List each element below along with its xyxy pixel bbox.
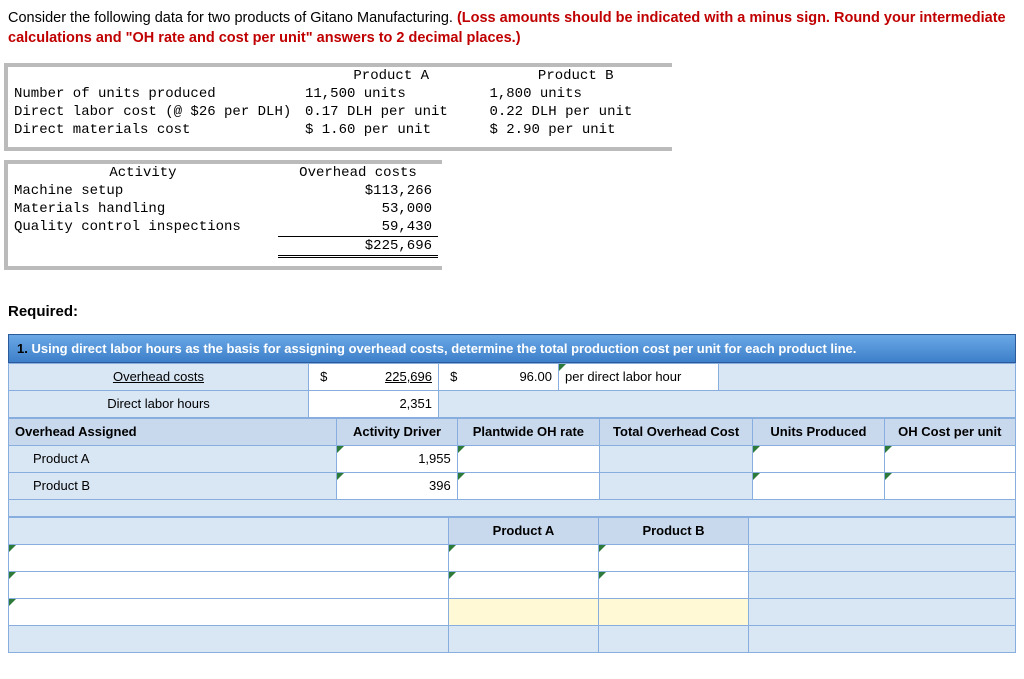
calc-r1-val-input[interactable]: 225,696 [339, 363, 439, 390]
assigned-rowA-units-input[interactable] [753, 445, 884, 472]
question-num: 1. [17, 341, 28, 356]
pt-r0c1: 11,500 units [299, 85, 484, 103]
ot-h1: Overhead costs [278, 164, 438, 182]
bottom-colA: Product A [449, 517, 599, 544]
pt-r0c2: 1,800 units [483, 85, 668, 103]
required-label: Required: [8, 303, 1016, 320]
bottom-r3-a-input[interactable] [449, 598, 599, 625]
bottom-r2-a-input[interactable] [449, 571, 599, 598]
calc-r1-rate-input[interactable]: 96.00 [469, 363, 559, 390]
bottom-grid: Product A Product B [8, 517, 1016, 653]
assigned-col-3: Units Produced [753, 418, 884, 445]
bottom-r2-label-input[interactable] [9, 571, 449, 598]
calc-r2-val-input[interactable]: 2,351 [339, 390, 439, 417]
question-text: Using direct labor hours as the basis fo… [31, 341, 856, 356]
pt-r2c2: $ 2.90 per unit [483, 121, 668, 139]
calc-grid: Overhead costs $ 225,696 $ 96.00 per dir… [8, 363, 1016, 418]
assigned-rowB-units-input[interactable] [753, 472, 884, 499]
products-table: Product A Product B Number of units prod… [8, 67, 668, 139]
calc-r1-label: Overhead costs [113, 369, 204, 384]
ot-r2c0: Quality control inspections [8, 218, 278, 237]
assigned-rowA-driver-input[interactable]: 1,955 [337, 445, 457, 472]
calc-r1-rate-label-input[interactable]: per direct labor hour [559, 363, 719, 390]
assigned-rowB-label: Product B [9, 472, 337, 499]
assigned-header: Overhead Assigned [9, 418, 337, 445]
instructions: Consider the following data for two prod… [8, 8, 1016, 49]
pt-r1c1: 0.17 DLH per unit [299, 103, 484, 121]
assigned-rowA-label: Product A [9, 445, 337, 472]
pt-r1c2: 0.22 DLH per unit [483, 103, 668, 121]
calc-r1-sym: $ [309, 363, 339, 390]
ot-h0: Activity [8, 164, 278, 182]
pt-r2c0: Direct materials cost [8, 121, 299, 139]
assigned-rowB-driver-input[interactable]: 396 [337, 472, 457, 499]
ot-r1c0: Materials handling [8, 200, 278, 218]
ot-r0c1: $113,266 [278, 182, 438, 200]
question-bar: 1. Using direct labor hours as the basis… [8, 334, 1016, 363]
instructions-lead: Consider the following data for two prod… [8, 10, 457, 26]
assigned-col-4: OH Cost per unit [884, 418, 1015, 445]
overhead-table: Activity Overhead costs Machine setup $1… [8, 164, 438, 258]
assigned-rowA-ohcost-input[interactable] [884, 445, 1015, 472]
bottom-r3-b-input[interactable] [599, 598, 749, 625]
bottom-r1-label-input[interactable] [9, 544, 449, 571]
assigned-grid: Overhead Assigned Activity Driver Plantw… [8, 418, 1016, 517]
pt-h0 [8, 67, 299, 85]
pt-h1: Product A [299, 67, 484, 85]
assigned-col-1: Plantwide OH rate [457, 418, 599, 445]
calc-r2-label: Direct labor hours [9, 390, 309, 417]
pt-r0c0: Number of units produced [8, 85, 299, 103]
ot-r1c1: 53,000 [278, 200, 438, 218]
ot-r0c0: Machine setup [8, 182, 278, 200]
bottom-r2-b-input[interactable] [599, 571, 749, 598]
pt-h2: Product B [483, 67, 668, 85]
assigned-rowB-rate-input[interactable] [457, 472, 599, 499]
bottom-r3-label-input[interactable] [9, 598, 449, 625]
assigned-col-0: Activity Driver [337, 418, 457, 445]
ot-total: $225,696 [278, 236, 438, 256]
pt-r2c1: $ 1.60 per unit [299, 121, 484, 139]
bottom-r1-a-input[interactable] [449, 544, 599, 571]
calc-r1-rate-sym: $ [439, 363, 469, 390]
bottom-colB: Product B [599, 517, 749, 544]
ot-r2c1: 59,430 [278, 218, 438, 237]
assigned-rowA-rate-input[interactable] [457, 445, 599, 472]
pt-r1c0: Direct labor cost (@ $26 per DLH) [8, 103, 299, 121]
assigned-rowB-ohcost-input[interactable] [884, 472, 1015, 499]
bottom-r1-b-input[interactable] [599, 544, 749, 571]
assigned-col-2: Total Overhead Cost [600, 418, 753, 445]
